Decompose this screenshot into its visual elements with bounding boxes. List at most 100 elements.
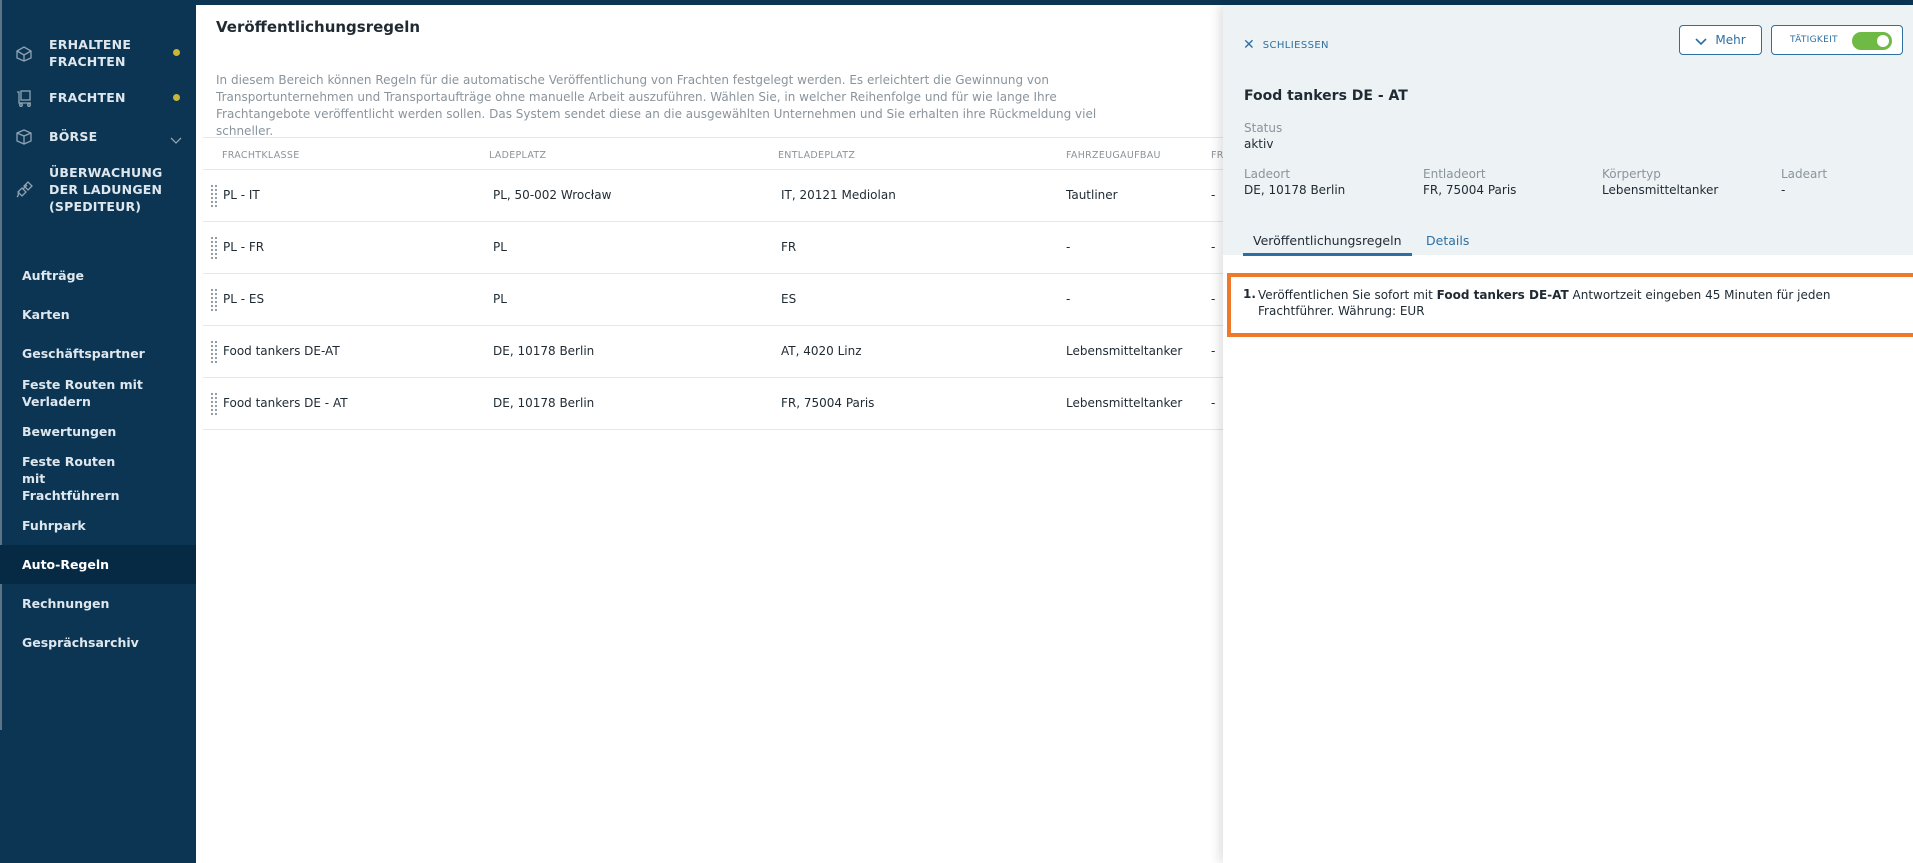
column-header-frachtklasse[interactable]: FRACHTKLASSE <box>222 150 300 161</box>
cell-entladeplatz: FR <box>781 240 797 254</box>
koerpertyp-label: Körpertyp <box>1602 167 1661 181</box>
column-header-fr[interactable]: FR <box>1211 150 1224 161</box>
cell-fr: - <box>1211 292 1216 306</box>
cell-frachtklasse: PL - FR <box>223 240 265 254</box>
entladeort-label: Entladeort <box>1423 167 1486 181</box>
chevron-down-icon <box>170 130 182 149</box>
sidebar-item-rechnungen[interactable]: Rechnungen <box>0 584 196 623</box>
cell-entladeplatz: IT, 20121 Mediolan <box>781 188 896 202</box>
satellite-icon <box>13 179 35 201</box>
sidebar-item-ueberwachung[interactable]: ÜBERWACHUNG DER LADUNGEN (SPEDITEUR) <box>0 156 196 224</box>
detail-panel-header: ✕ SCHLIESSEN Mehr TÄTIGKEIT Food tankers… <box>1223 5 1913 256</box>
intro-text: In diesem Bereich können Regeln für die … <box>216 73 1097 138</box>
close-icon: ✕ <box>1243 37 1255 53</box>
cell-fahrzeugaufbau: - <box>1066 292 1071 306</box>
activity-label: TÄTIGKEIT <box>1790 35 1838 45</box>
cell-frachtklasse: PL - IT <box>223 188 260 202</box>
column-header-ladeplatz[interactable]: LADEPLATZ <box>489 150 546 161</box>
active-tab-indicator <box>1243 253 1412 256</box>
cell-ladeplatz: DE, 10178 Berlin <box>493 396 595 410</box>
table-row[interactable]: PL - ES PL ES - - <box>203 274 1223 326</box>
cell-fr: - <box>1211 396 1216 410</box>
cell-fahrzeugaufbau: Lebensmitteltanker <box>1066 396 1183 410</box>
sidebar-item-gespraechsarchiv[interactable]: Gesprächsarchiv <box>0 623 196 662</box>
sidebar-item-boerse[interactable]: BÖRSE <box>0 118 196 156</box>
sidebar-item-feste-routen-verladern[interactable]: Feste Routen mit Verladern <box>0 373 196 412</box>
sidebar-item-label: Karten <box>22 307 70 322</box>
sidebar-item-label: Fuhrpark <box>22 518 86 533</box>
sidebar-item-label: Bewertungen <box>22 424 117 439</box>
column-header-entladeplatz[interactable]: ENTLADEPLATZ <box>778 150 855 161</box>
sidebar-item-label: Geschäftspartner <box>22 346 145 361</box>
rule-item[interactable]: 1. Veröffentlichen Sie sofort mit Food t… <box>1227 273 1913 337</box>
rule-company: Food tankers DE-AT <box>1436 288 1569 302</box>
sidebar-item-fuhrpark[interactable]: Fuhrpark <box>0 506 196 545</box>
activity-toggle[interactable]: TÄTIGKEIT <box>1771 25 1903 55</box>
more-button[interactable]: Mehr <box>1679 25 1762 55</box>
drag-handle-icon[interactable] <box>210 184 218 208</box>
toggle-knob <box>1877 35 1889 47</box>
drag-handle-icon[interactable] <box>210 288 218 312</box>
sidebar-sub-nav: Aufträge Karten Geschäftspartner Feste R… <box>0 256 196 662</box>
sidebar-item-label: ÜBERWACHUNG DER LADUNGEN (SPEDITEUR) <box>49 165 163 214</box>
koerpertyp-value: Lebensmitteltanker <box>1602 183 1719 197</box>
sidebar-item-erhaltene-frachten[interactable]: ERHALTENE FRACHTEN <box>0 28 196 78</box>
cell-fahrzeugaufbau: Lebensmitteltanker <box>1066 344 1183 358</box>
table-row[interactable]: Food tankers DE-AT DE, 10178 Berlin AT, … <box>203 326 1223 378</box>
ladeart-value: - <box>1781 183 1786 197</box>
sidebar-item-geschaeftspartner[interactable]: Geschäftspartner <box>0 334 196 373</box>
sidebar-item-auftraege[interactable]: Aufträge <box>0 256 196 295</box>
table-row[interactable]: PL - IT PL, 50-002 Wrocław IT, 20121 Med… <box>203 170 1223 222</box>
cell-frachtklasse: Food tankers DE - AT <box>223 396 348 410</box>
status-label: Status <box>1244 121 1283 135</box>
exchange-box-icon <box>13 126 35 148</box>
notification-dot <box>173 49 180 56</box>
drag-handle-icon[interactable] <box>210 392 218 416</box>
cell-entladeplatz: ES <box>781 292 797 306</box>
sidebar-main-nav: ERHALTENE FRACHTEN FRACHTEN BÖRSE ÜBERWA… <box>0 28 196 224</box>
sidebar-item-frachten[interactable]: FRACHTEN <box>0 78 196 118</box>
rule-number: 1. <box>1243 287 1256 301</box>
cell-ladeplatz: PL, 50-002 Wrocław <box>493 188 612 202</box>
ladeort-value: DE, 10178 Berlin <box>1244 183 1346 197</box>
sidebar-item-label: BÖRSE <box>49 129 98 144</box>
cell-entladeplatz: FR, 75004 Paris <box>781 396 875 410</box>
sidebar: ERHALTENE FRACHTEN FRACHTEN BÖRSE ÜBERWA… <box>0 0 196 863</box>
cell-ladeplatz: PL <box>493 292 507 306</box>
cell-frachtklasse: PL - ES <box>223 292 265 306</box>
sidebar-item-label: Gesprächsarchiv <box>22 635 139 650</box>
close-label: SCHLIESSEN <box>1262 39 1329 51</box>
notification-dot <box>173 94 180 101</box>
tab-details[interactable]: Details <box>1426 233 1469 248</box>
page-title: Veröffentlichungsregeln <box>216 18 421 36</box>
sidebar-item-bewertungen[interactable]: Bewertungen <box>0 412 196 451</box>
entladeort-value: FR, 75004 Paris <box>1423 183 1517 197</box>
column-header-fahrzeugaufbau[interactable]: FAHRZEUGAUFBAU <box>1066 150 1161 161</box>
sidebar-item-label: Auto-Regeln <box>22 557 110 572</box>
drag-handle-icon[interactable] <box>210 340 218 364</box>
cell-fr: - <box>1211 344 1216 358</box>
tab-veroeffentlichungsregeln[interactable]: Veröffentlichungsregeln <box>1253 233 1402 248</box>
sidebar-item-auto-regeln[interactable]: Auto-Regeln <box>0 545 196 584</box>
sidebar-item-karten[interactable]: Karten <box>0 295 196 334</box>
rule-text-prefix: Veröffentlichen Sie sofort mit <box>1258 288 1437 302</box>
rules-table: FRACHTKLASSE LADEPLATZ ENTLADEPLATZ FAHR… <box>203 137 1223 430</box>
detail-panel: ✕ SCHLIESSEN Mehr TÄTIGKEIT Food tankers… <box>1223 5 1913 863</box>
table-row[interactable]: PL - FR PL FR - - <box>203 222 1223 274</box>
sidebar-item-label: FRACHTEN <box>49 90 126 105</box>
table-row[interactable]: Food tankers DE - AT DE, 10178 Berlin FR… <box>203 378 1223 430</box>
sidebar-item-feste-routen-frachtfuehrern[interactable]: Feste Routen mit Frachtführern <box>0 451 196 506</box>
cell-entladeplatz: AT, 4020 Linz <box>781 344 862 358</box>
sidebar-item-label: Rechnungen <box>22 596 110 611</box>
close-button[interactable]: ✕ SCHLIESSEN <box>1243 38 1329 52</box>
cell-ladeplatz: PL <box>493 240 507 254</box>
cell-fr: - <box>1211 240 1216 254</box>
sidebar-item-label: Feste Routen mit Frachtführern <box>22 454 120 503</box>
toggle-switch[interactable] <box>1852 32 1892 50</box>
drag-handle-icon[interactable] <box>210 236 218 260</box>
status-value: aktiv <box>1244 137 1274 151</box>
ladeort-label: Ladeort <box>1244 167 1291 181</box>
more-label: Mehr <box>1715 33 1746 47</box>
chevron-down-icon <box>1695 31 1707 50</box>
rule-text: Veröffentlichen Sie sofort mit Food tank… <box>1258 287 1898 319</box>
